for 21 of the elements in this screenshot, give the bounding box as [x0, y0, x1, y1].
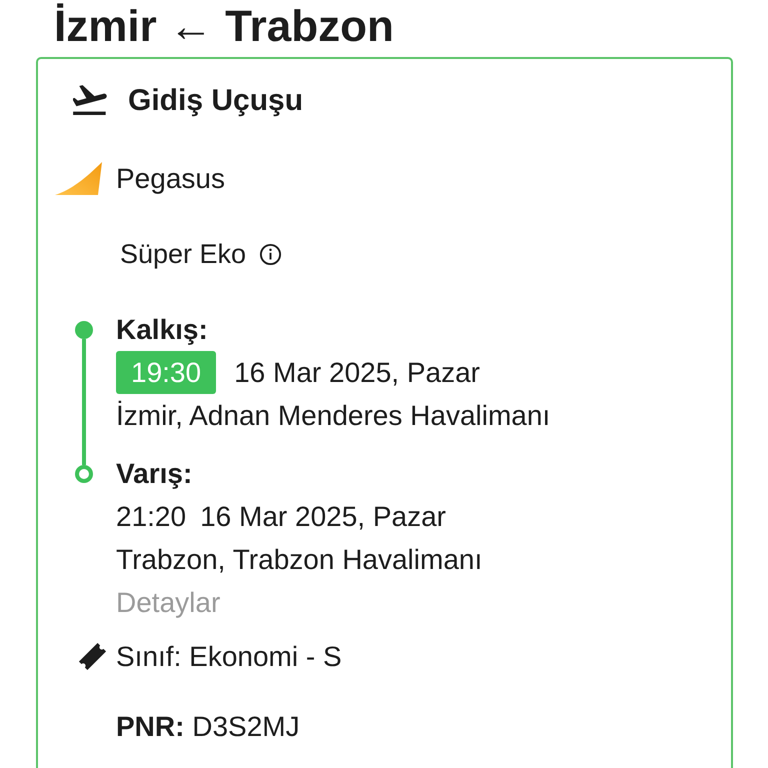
ticket-icon — [79, 642, 106, 670]
info-icon[interactable] — [259, 242, 282, 266]
cabin-class-text: Sınıf: Ekonomi - S — [116, 640, 342, 674]
details-link[interactable]: Detaylar — [116, 587, 220, 618]
time-text: 21:20 — [116, 500, 186, 534]
route-title: İzmir ← Trabzon — [54, 2, 394, 52]
flight-heading: Gidiş Uçuşu — [128, 82, 304, 118]
timeline-dot-icon — [75, 320, 93, 338]
time-badge: 19:30 — [116, 351, 216, 394]
date-text: 16 Mar 2025, Pazar — [200, 500, 446, 534]
stop-label: Kalkış: — [116, 313, 209, 347]
airport-text: İzmir, Adnan Menderes Havalimanı — [116, 399, 550, 433]
tail-logo-icon — [55, 162, 102, 194]
fare-type: Süper Eko — [120, 238, 246, 271]
date-text: 16 Mar 2025, Pazar — [234, 356, 480, 390]
pnr-text: PNR: D3S2MJ — [116, 710, 300, 744]
airplane-icon — [73, 85, 107, 115]
airport-text: Trabzon, Trabzon Havalimanı — [116, 543, 484, 577]
timeline-ring-icon — [75, 464, 93, 482]
airline-name: Pegasus — [116, 162, 225, 196]
stop-label: Varış: — [116, 457, 194, 491]
